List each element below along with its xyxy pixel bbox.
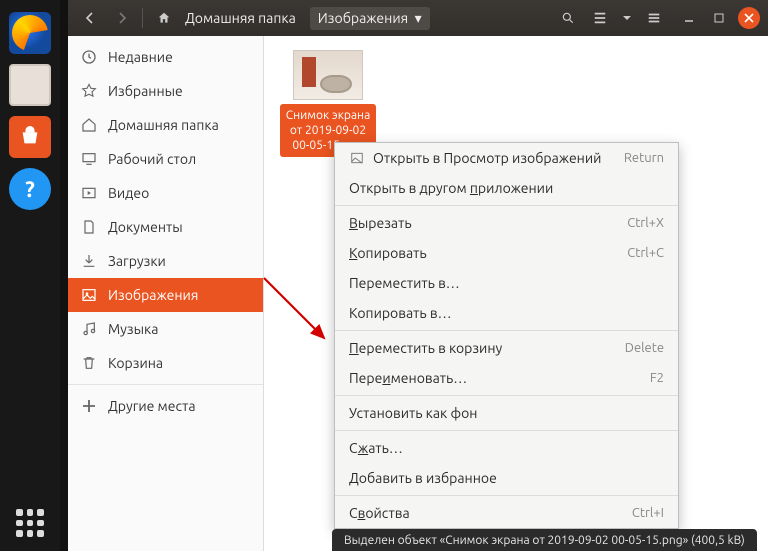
sidebar-item-label: Домашняя папка — [108, 117, 219, 133]
plus-icon — [80, 397, 98, 415]
sidebar-item-home[interactable]: Домашняя папка — [68, 108, 263, 142]
window-controls — [678, 7, 760, 29]
ctx-copy[interactable]: Копировать Ctrl+C — [335, 238, 678, 268]
ctx-rename[interactable]: Переименовать… F2 — [335, 363, 678, 393]
dock-software-icon[interactable] — [9, 116, 51, 158]
ctx-accel: F2 — [650, 371, 664, 385]
trash-icon — [80, 354, 98, 372]
ctx-label: Переместить в… — [349, 275, 460, 291]
path-bar: Домашняя папка Изображения ▾ — [149, 7, 438, 30]
breadcrumb-current[interactable]: Изображения ▾ — [310, 7, 430, 30]
ctx-label: Переместить в корзину — [349, 340, 502, 356]
sidebar-item-music[interactable]: Музыка — [68, 312, 263, 346]
dock-show-apps-icon[interactable] — [16, 509, 44, 537]
search-button[interactable] — [554, 5, 582, 31]
context-menu: Открыть в Просмотр изображений Return От… — [334, 142, 679, 529]
star-icon — [80, 82, 98, 100]
breadcrumb-current-label: Изображения — [318, 10, 408, 26]
desktop-icon — [80, 150, 98, 168]
ctx-label: Установить как фон — [349, 405, 477, 421]
ctx-cut[interactable]: Вырезать Ctrl+X — [335, 208, 678, 238]
ctx-label: Переименовать… — [349, 370, 467, 386]
clock-icon — [80, 48, 98, 66]
sidebar-item-videos[interactable]: Видео — [68, 176, 263, 210]
dock-files-icon[interactable] — [9, 64, 51, 106]
file-thumbnail — [293, 50, 363, 100]
document-icon — [80, 218, 98, 236]
ctx-properties[interactable]: Свойства Ctrl+I — [335, 498, 678, 528]
ctx-label: Свойства — [349, 505, 410, 521]
ctx-add-favorite[interactable]: Добавить в избранное — [335, 463, 678, 493]
sidebar-item-label: Музыка — [108, 321, 158, 337]
sidebar-item-starred[interactable]: Избранные — [68, 74, 263, 108]
ctx-accel: Ctrl+C — [627, 246, 664, 260]
image-icon — [349, 150, 365, 166]
ctx-label: Добавить в избранное — [349, 470, 497, 486]
hamburger-menu-button[interactable] — [640, 5, 668, 31]
ubuntu-dock: ? — [0, 0, 60, 551]
sidebar-item-label: Рабочий стол — [108, 151, 196, 167]
download-icon — [80, 252, 98, 270]
sidebar-item-trash[interactable]: Корзина — [68, 346, 263, 380]
ctx-accel: Ctrl+I — [632, 506, 664, 520]
annotation-arrow — [258, 272, 338, 352]
view-list-button[interactable] — [586, 5, 614, 31]
sidebar-item-label: Избранные — [108, 83, 183, 99]
sidebar-item-recent[interactable]: Недавние — [68, 40, 263, 74]
file-manager-window: Домашняя папка Изображения ▾ — [68, 0, 768, 551]
sidebar: Недавние Избранные Домашняя папка Рабочи… — [68, 36, 264, 551]
window-maximize-button[interactable] — [708, 7, 730, 29]
video-icon — [80, 184, 98, 202]
sidebar-item-label: Загрузки — [108, 253, 166, 269]
titlebar: Домашняя папка Изображения ▾ — [68, 0, 768, 36]
ctx-label: Копировать — [349, 245, 427, 261]
ctx-open-other[interactable]: Открыть в другом приложении — [335, 173, 678, 203]
sidebar-item-label: Корзина — [108, 355, 163, 371]
home-icon — [80, 116, 98, 134]
dock-firefox-icon[interactable] — [9, 12, 51, 54]
sidebar-item-label: Видео — [108, 185, 149, 201]
ctx-accel: Ctrl+X — [627, 216, 664, 230]
ctx-compress[interactable]: Сжать… — [335, 433, 678, 463]
ctx-accel: Return — [624, 151, 664, 165]
sidebar-item-label: Другие места — [108, 398, 196, 414]
sidebar-item-label: Изображения — [108, 287, 198, 303]
sidebar-item-other-locations[interactable]: Другие места — [68, 389, 263, 423]
status-text: Выделен объект «Снимок экрана от 2019-09… — [344, 534, 745, 547]
sidebar-item-pictures[interactable]: Изображения — [68, 278, 263, 312]
home-icon — [157, 11, 171, 25]
window-body: Недавние Избранные Домашняя папка Рабочи… — [68, 36, 768, 551]
image-icon — [80, 286, 98, 304]
ctx-label: Копировать в… — [349, 305, 452, 321]
window-close-button[interactable] — [738, 7, 760, 29]
nav-forward-button[interactable] — [108, 5, 136, 31]
breadcrumb-home[interactable]: Домашняя папка — [177, 7, 304, 29]
window-minimize-button[interactable] — [678, 7, 700, 29]
ctx-move-to[interactable]: Переместить в… — [335, 268, 678, 298]
music-icon — [80, 320, 98, 338]
ctx-set-wallpaper[interactable]: Установить как фон — [335, 398, 678, 428]
sidebar-item-label: Документы — [108, 219, 183, 235]
nav-back-button[interactable] — [76, 5, 104, 31]
ctx-open-viewer[interactable]: Открыть в Просмотр изображений Return — [335, 143, 678, 173]
sidebar-item-label: Недавние — [108, 49, 173, 65]
ctx-copy-to[interactable]: Копировать в… — [335, 298, 678, 328]
sidebar-item-desktop[interactable]: Рабочий стол — [68, 142, 263, 176]
ctx-label: Открыть в Просмотр изображений — [373, 150, 601, 166]
ctx-label: Сжать… — [349, 440, 403, 456]
ctx-label: Вырезать — [349, 215, 412, 231]
ctx-move-to-trash[interactable]: Переместить в корзину Delete — [335, 333, 678, 363]
file-item[interactable]: Снимок экрана от 2019-09-02 00-05-15.png — [280, 50, 376, 157]
ctx-accel: Delete — [625, 341, 664, 355]
content-area[interactable]: Снимок экрана от 2019-09-02 00-05-15.png… — [264, 36, 768, 551]
ctx-label: Открыть в другом приложении — [349, 180, 553, 196]
status-bar: Выделен объект «Снимок экрана от 2019-09… — [332, 529, 757, 551]
dock-help-icon[interactable]: ? — [9, 168, 51, 210]
sidebar-item-documents[interactable]: Документы — [68, 210, 263, 244]
sidebar-item-downloads[interactable]: Загрузки — [68, 244, 263, 278]
view-options-button[interactable] — [618, 5, 636, 31]
